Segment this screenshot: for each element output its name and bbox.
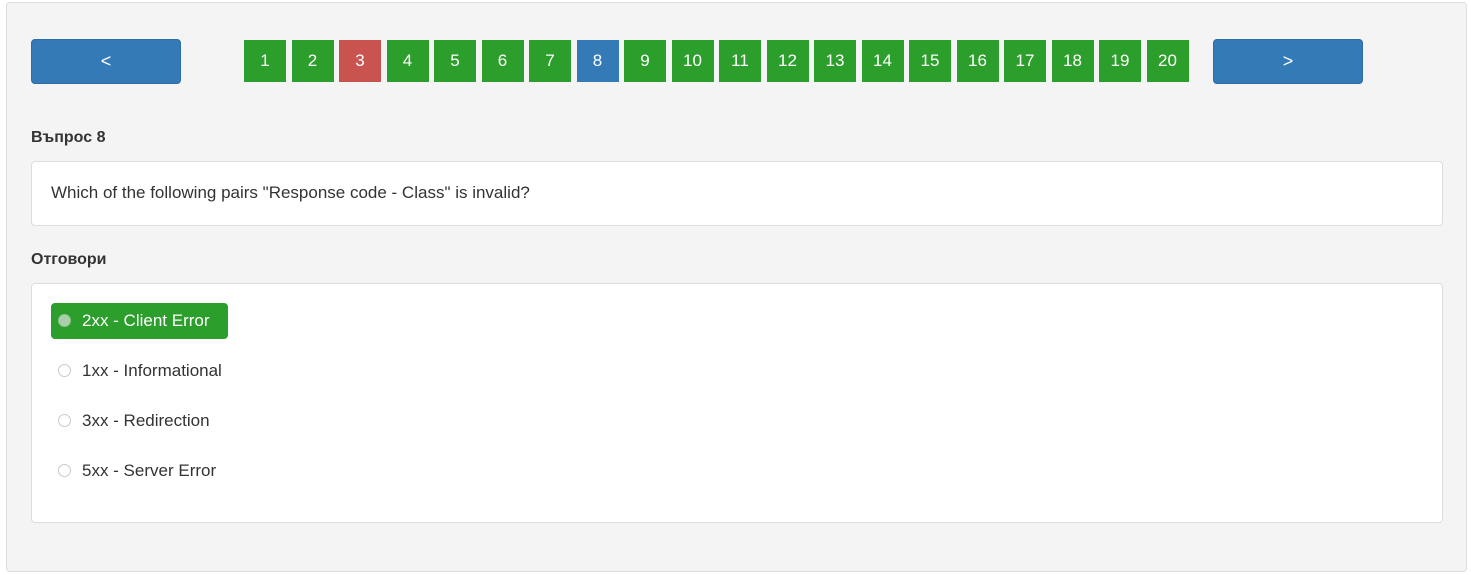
answer-label: 2xx - Client Error (82, 311, 210, 330)
answer-label: 1xx - Informational (82, 361, 222, 380)
answer-option[interactable]: 1xx - Informational (51, 353, 240, 389)
question-heading: Въпрос 8 (31, 129, 106, 146)
page-button[interactable]: 20 (1146, 40, 1189, 82)
radio-button-icon[interactable] (58, 464, 71, 477)
page-button[interactable]: 7 (529, 40, 571, 82)
answer-option[interactable]: 5xx - Server Error (51, 453, 234, 489)
page-button[interactable]: 2 (291, 40, 334, 82)
answer-label: 3xx - Redirection (82, 411, 210, 430)
previous-question-button[interactable]: < (31, 39, 181, 84)
page-button[interactable]: 4 (386, 40, 429, 82)
page-button[interactable]: 11 (719, 40, 761, 82)
page-button[interactable]: 8 (576, 40, 619, 82)
page-button[interactable]: 18 (1051, 40, 1094, 82)
page-button[interactable]: 16 (956, 40, 999, 82)
answer-option[interactable]: 2xx - Client Error (51, 303, 228, 339)
page-button[interactable]: 13 (814, 40, 856, 82)
question-panel: Which of the following pairs "Response c… (31, 161, 1443, 226)
answers-panel: 2xx - Client Error 1xx - Informational 3… (31, 283, 1443, 523)
page-button[interactable]: 3 (339, 40, 381, 82)
radio-button-icon[interactable] (58, 364, 71, 377)
answers-heading: Отговори (31, 251, 107, 268)
page-button[interactable]: 12 (766, 40, 809, 82)
page-button[interactable]: 15 (909, 40, 951, 82)
quiz-container: < 1 2 3 4 5 6 7 8 9 10 11 12 13 14 15 16… (6, 2, 1467, 572)
page-button[interactable]: 9 (624, 40, 666, 82)
page-button[interactable]: 10 (671, 40, 714, 82)
page-button[interactable]: 19 (1099, 40, 1141, 82)
radio-button-icon[interactable] (58, 414, 71, 427)
next-question-button[interactable]: > (1213, 39, 1363, 84)
page-button[interactable]: 17 (1004, 40, 1046, 82)
answer-label: 5xx - Server Error (82, 461, 217, 480)
page-button[interactable]: 14 (861, 40, 904, 82)
page-button[interactable]: 6 (481, 40, 524, 82)
question-text: Which of the following pairs "Response c… (51, 183, 530, 202)
radio-button-icon[interactable] (58, 314, 71, 327)
page-button[interactable]: 1 (244, 40, 286, 82)
answer-option[interactable]: 3xx - Redirection (51, 403, 228, 439)
page-button[interactable]: 5 (434, 40, 476, 82)
